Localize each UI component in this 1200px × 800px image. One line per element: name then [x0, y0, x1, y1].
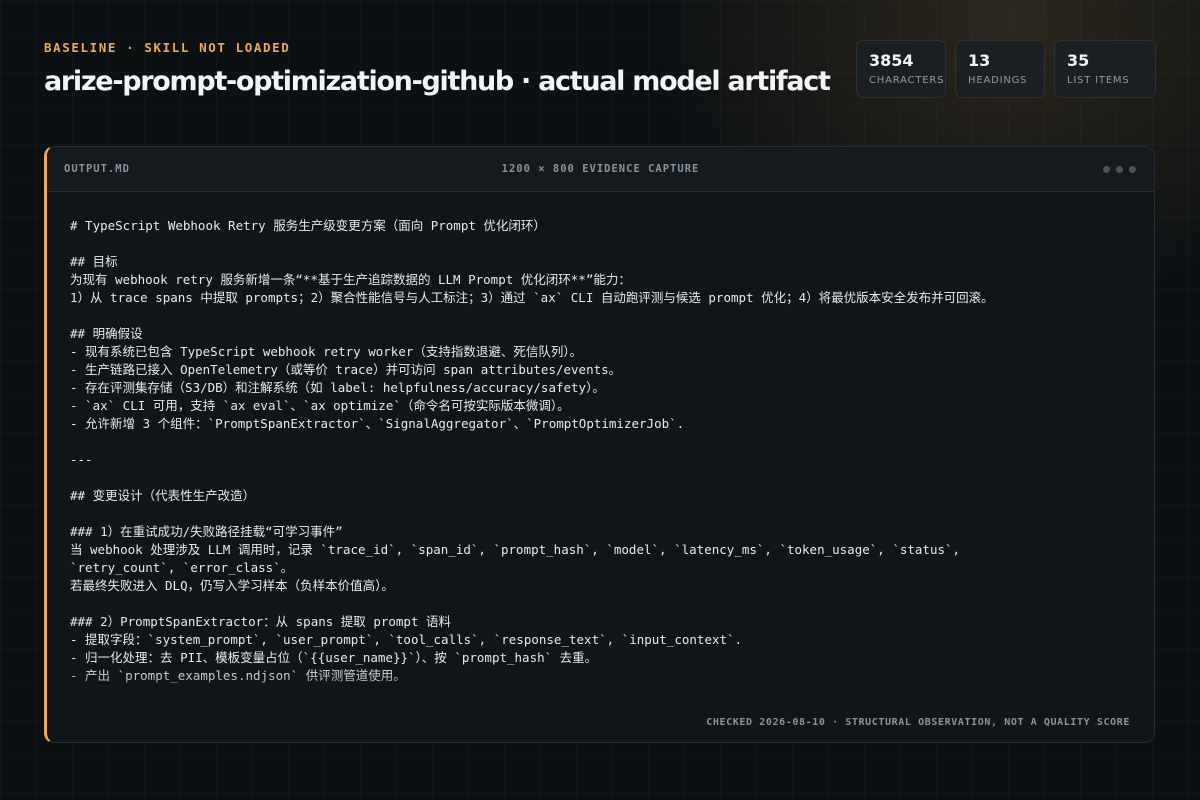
- content-line: ### 2）PromptSpanExtractor：从 spans 提取 pro…: [70, 614, 452, 629]
- content-line: 当 webhook 处理涉及 LLM 调用时，记录 `trace_id`, `s…: [70, 542, 961, 557]
- stat-card-characters: 3854 CHARACTERS: [856, 40, 946, 98]
- stat-label: CHARACTERS: [869, 75, 945, 86]
- footer-note: CHECKED 2026-08-10 · STRUCTURAL OBSERVAT…: [706, 717, 1130, 728]
- content-line: [70, 235, 1134, 253]
- baseline-eyebrow: BASELINE · SKILL NOT LOADED: [44, 40, 291, 55]
- content-line: - 产出 `prompt_examples.ndjson` 供评测管道使用。: [70, 668, 406, 683]
- content-line: ### 1）在重试成功/失败路径挂载“可学习事件”: [70, 524, 343, 539]
- output-panel: OUTPUT.MD 1200 × 800 EVIDENCE CAPTURE # …: [44, 146, 1155, 743]
- content-line: `retry_count`, `error_class`。: [70, 560, 294, 575]
- content-line: 为现有 webhook retry 服务新增一条“**基于生产追踪数据的 LLM…: [70, 272, 631, 287]
- stat-label: LIST ITEMS: [1067, 75, 1130, 86]
- content-line: [70, 595, 1134, 613]
- page: BASELINE · SKILL NOT LOADED arize-prompt…: [0, 0, 1200, 800]
- content-line: - 提取字段：`system_prompt`, `user_prompt`, `…: [70, 632, 743, 647]
- content-line: ## 明确假设: [70, 326, 143, 341]
- window-dot-icon: [1103, 166, 1110, 173]
- stats-group: 3854 CHARACTERS 13 HEADINGS 35 LIST ITEM…: [856, 40, 1156, 98]
- stat-label: HEADINGS: [968, 75, 1028, 86]
- content-line: - `ax` CLI 可用，支持 `ax eval`、`ax optimize`…: [70, 398, 570, 413]
- stat-value: 3854: [869, 51, 914, 70]
- content-line: - 允许新增 3 个组件：`PromptSpanExtractor`、`Sign…: [70, 416, 685, 431]
- stat-value: 13: [968, 51, 991, 70]
- content-line: ## 变更设计（代表性生产改造）: [70, 488, 256, 503]
- stat-card-headings: 13 HEADINGS: [955, 40, 1045, 98]
- panel-caption: 1200 × 800 EVIDENCE CAPTURE: [501, 163, 700, 175]
- window-dot-icon: [1116, 166, 1123, 173]
- content-line: [70, 505, 1134, 523]
- panel-header: OUTPUT.MD 1200 × 800 EVIDENCE CAPTURE: [47, 147, 1154, 192]
- content-line: [70, 307, 1134, 325]
- content-line: [70, 469, 1134, 487]
- stat-value: 35: [1067, 51, 1090, 70]
- content-line: ---: [70, 452, 93, 467]
- content-line: - 存在评测集存储（S3/DB）和注解系统（如 label: helpfulne…: [70, 380, 605, 395]
- content-line: ## 目标: [70, 254, 118, 269]
- content-line: # TypeScript Webhook Retry 服务生产级变更方案（面向 …: [70, 218, 546, 233]
- content-line: [70, 433, 1134, 451]
- content-line: 若最终失败进入 DLQ，仍写入学习样本（负样本价值高）。: [70, 578, 394, 593]
- content-line: - 生产链路已接入 OpenTelemetry（或等价 trace）并可访问 s…: [70, 362, 622, 377]
- window-dot-icon: [1129, 166, 1136, 173]
- content-line: - 现有系统已包含 TypeScript webhook retry worke…: [70, 344, 583, 359]
- page-title: arize-prompt-optimization-github · actua…: [44, 66, 831, 97]
- content-line: - 归一化处理：去 PII、模板变量占位（`{{user_name}}`）、按 …: [70, 650, 598, 665]
- window-controls: [1103, 166, 1136, 173]
- content-line: 1）从 trace spans 中提取 prompts；2）聚合性能信号与人工标…: [70, 290, 994, 305]
- stat-card-list-items: 35 LIST ITEMS: [1054, 40, 1156, 98]
- markdown-content[interactable]: # TypeScript Webhook Retry 服务生产级变更方案（面向 …: [70, 217, 1134, 708]
